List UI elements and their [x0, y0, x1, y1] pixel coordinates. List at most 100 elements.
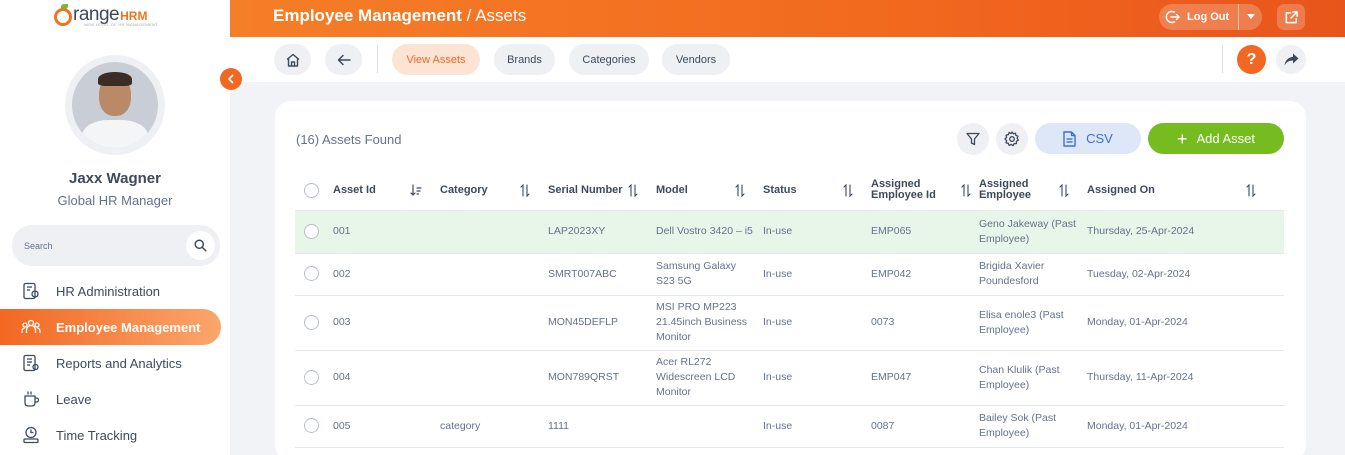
cell-assigned-on: Monday, 01-Apr-2024: [1087, 295, 1274, 351]
sidebar-item-reports-and-analytics[interactable]: Reports and Analytics: [0, 345, 230, 381]
sidebar-item-label: Leave: [56, 391, 92, 407]
page-title-module: Employee Management: [273, 6, 462, 25]
share-button[interactable]: [1276, 45, 1306, 74]
column-header-asset-id[interactable]: Asset Id: [333, 171, 440, 211]
user-role: Global HR Manager: [57, 193, 173, 208]
cell-assigned-on: Thursday, 25-Apr-2024: [1087, 210, 1274, 254]
row-checkbox[interactable]: [304, 223, 319, 239]
sidebar-item-label: Reports and Analytics: [56, 355, 182, 371]
sidebar-collapse-button[interactable]: [220, 68, 242, 90]
logout-button[interactable]: Log Out: [1159, 4, 1238, 30]
sidebar-item-hr-administration[interactable]: HR Administration: [0, 273, 230, 309]
home-button[interactable]: [274, 44, 311, 75]
table-row[interactable]: 002 SMRT007ABC Samsung Galaxy S23 5G In-…: [295, 253, 1284, 296]
csv-export-button[interactable]: CSV: [1035, 123, 1141, 154]
tab-view-assets[interactable]: View Assets: [392, 44, 480, 75]
page-title-separator: /: [461, 6, 476, 25]
sidebar-item-label: Employee Management: [56, 319, 201, 335]
cell-serial-number: LAP2023XY: [548, 210, 656, 254]
sort-icon[interactable]: [1246, 183, 1256, 197]
assets-table: Asset Id Category Serial Number Model St…: [295, 171, 1284, 448]
sort-icon[interactable]: [735, 183, 745, 197]
sort-descending-icon[interactable]: [410, 184, 422, 197]
sort-icon[interactable]: [961, 183, 971, 197]
cell-category: [440, 350, 548, 406]
assets-card: (16) Assets Found CSV + Add Asset Asset …: [275, 101, 1306, 455]
filter-button[interactable]: [957, 123, 989, 155]
cell-asset-id: 001: [333, 210, 440, 254]
caret-down-icon: [1246, 14, 1255, 19]
tab-categories[interactable]: Categories: [569, 44, 649, 75]
cell-employee-id: 0087: [871, 405, 979, 448]
column-header-category[interactable]: Category: [440, 171, 548, 211]
sort-icon[interactable]: [843, 183, 853, 197]
back-button[interactable]: [325, 44, 362, 75]
cell-category: category: [440, 405, 548, 448]
cell-status: In-use: [763, 350, 871, 406]
sidebar-item-leave[interactable]: Leave: [0, 381, 230, 417]
sidebar-item-time-tracking[interactable]: Time Tracking: [0, 417, 230, 453]
column-header-serial-number[interactable]: Serial Number: [548, 171, 656, 211]
share-icon: [1284, 53, 1298, 66]
time-tracking-icon: [21, 425, 41, 445]
document-icon: [1063, 130, 1076, 147]
select-all-checkbox[interactable]: [304, 182, 319, 198]
cell-assigned-on: Tuesday, 02-Apr-2024: [1087, 253, 1274, 296]
sidebar-item-employee-management[interactable]: Employee Management: [0, 309, 221, 345]
sidebar-item-label: Time Tracking: [56, 427, 138, 443]
cell-status: In-use: [763, 295, 871, 351]
cell-asset-id: 002: [333, 253, 440, 296]
cell-assigned-on: Monday, 01-Apr-2024: [1087, 405, 1274, 448]
column-header-model[interactable]: Model: [656, 171, 763, 211]
row-checkbox[interactable]: [304, 314, 319, 330]
sidebar: range HRM NEW LEVEL OF HR MANAGEMENT Jax…: [0, 0, 230, 455]
row-checkbox[interactable]: [304, 266, 319, 282]
csv-label: CSV: [1086, 131, 1113, 146]
page-title-subtitle: Assets: [475, 6, 527, 25]
external-link-button[interactable]: [1277, 4, 1305, 30]
user-name: Jaxx Wagner: [69, 170, 161, 187]
table-row[interactable]: 004 MON789QRST Acer RL272 Widescreen LCD…: [295, 350, 1284, 406]
table-row[interactable]: 005 category 1111 In-use 0087 Bailey Sok…: [295, 405, 1284, 448]
chevron-left-icon: [228, 74, 234, 84]
assets-found-count: (16) Assets Found: [296, 132, 402, 147]
table-row[interactable]: 003 MON45DEFLP MSI PRO MP223 21.45inch B…: [295, 295, 1284, 351]
divider: [1222, 45, 1223, 73]
cell-serial-number: SMRT007ABC: [548, 253, 656, 296]
column-header-status[interactable]: Status: [763, 171, 871, 211]
search-input[interactable]: [12, 225, 172, 266]
avatar[interactable]: [72, 62, 158, 148]
row-checkbox[interactable]: [304, 369, 319, 385]
column-header-assigned-on[interactable]: Assigned On: [1087, 171, 1274, 211]
search-icon[interactable]: [186, 231, 215, 260]
column-header-assigned-employee-id[interactable]: Assigned Employee Id: [871, 171, 979, 211]
orange-logo-icon: [54, 4, 72, 26]
sidebar-item-label: HR Administration: [56, 283, 161, 299]
help-button[interactable]: ?: [1237, 45, 1266, 74]
column-header-assigned-employee[interactable]: Assigned Employee: [979, 171, 1087, 211]
settings-button[interactable]: [996, 123, 1028, 155]
sort-icon[interactable]: [520, 183, 530, 197]
row-checkbox[interactable]: [304, 418, 319, 434]
cell-asset-id: 004: [333, 350, 440, 406]
sidebar-nav: HR Administration Employee Management Re…: [0, 273, 230, 453]
cell-employee: Bailey Sok (Past Employee): [979, 405, 1087, 448]
tab-vendors[interactable]: Vendors: [662, 44, 730, 75]
cell-model: Samsung Galaxy S23 5G: [656, 253, 763, 296]
table-header-row: Asset Id Category Serial Number Model St…: [295, 171, 1284, 211]
table-row[interactable]: 001 LAP2023XY Dell Vostro 3420 – i5 In-u…: [295, 210, 1284, 254]
add-asset-button[interactable]: + Add Asset: [1148, 123, 1284, 154]
avatar-ring: [65, 55, 165, 155]
sidebar-search: [12, 225, 220, 266]
tab-brands[interactable]: Brands: [494, 44, 555, 75]
sort-icon[interactable]: [1059, 183, 1069, 197]
logout-group: Log Out: [1159, 4, 1263, 30]
cell-status: In-use: [763, 210, 871, 254]
arrow-left-icon: [337, 54, 351, 65]
page-title: Employee Management / Assets: [273, 6, 526, 26]
home-icon: [286, 53, 299, 67]
cell-employee: Brigida Xavier Poundesford: [979, 253, 1087, 296]
logout-dropdown-button[interactable]: [1238, 4, 1262, 30]
reports-icon: [21, 353, 41, 373]
sort-icon[interactable]: [628, 183, 638, 197]
